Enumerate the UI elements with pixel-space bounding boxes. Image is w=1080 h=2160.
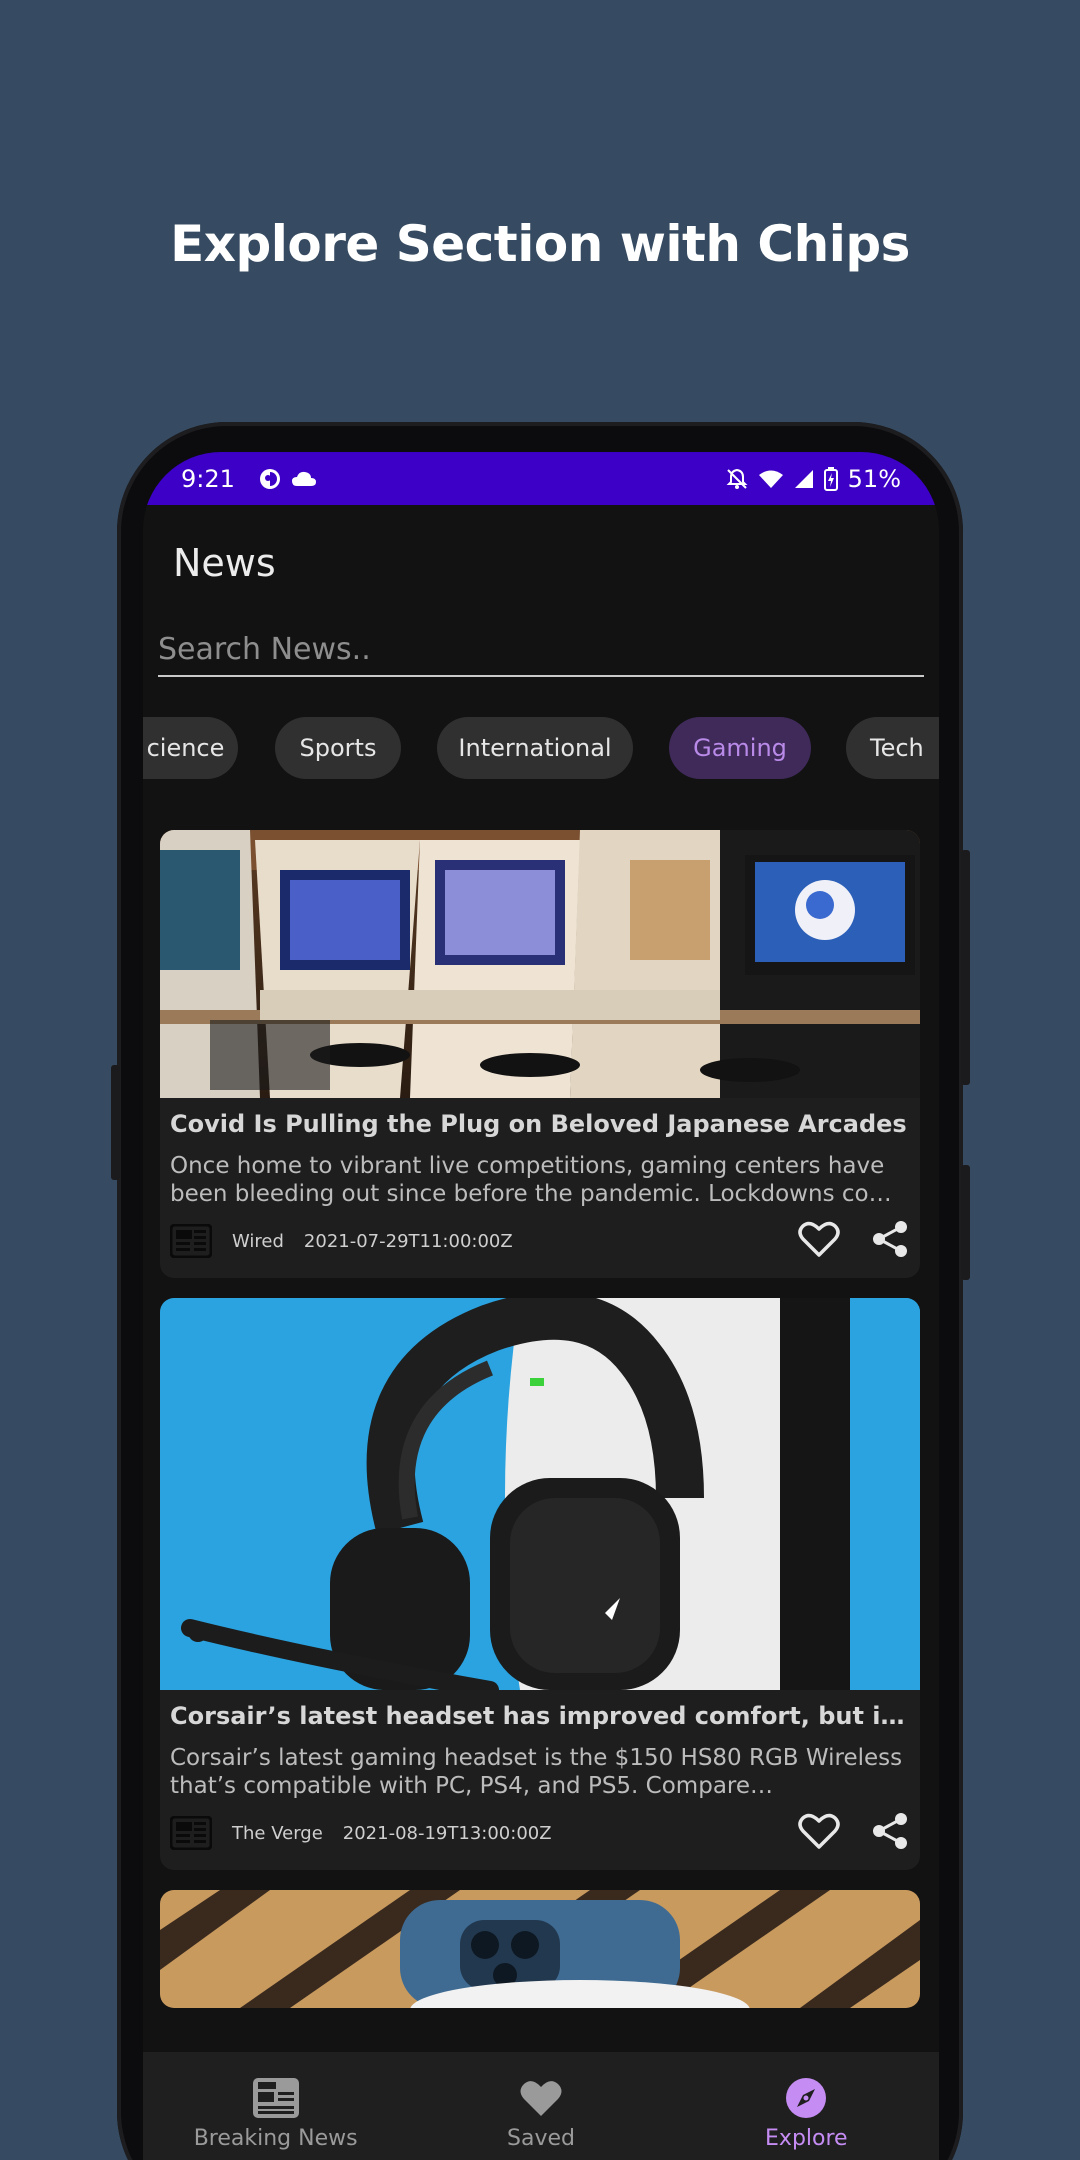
article-description: Corsair’s latest gaming headset is the $… <box>170 1745 903 1799</box>
phone-screen: 9:21 51% News Search News.. cience Sport… <box>143 452 939 2160</box>
article-date: 2021-07-29T11:00:00Z <box>303 1230 513 1252</box>
nav-label: Saved <box>507 2126 575 2151</box>
nav-label: Breaking News <box>193 2126 358 2151</box>
signal-icon <box>794 469 814 489</box>
article-date: 2021-08-19T13:00:00Z <box>342 1822 552 1844</box>
article-source: Wired <box>232 1230 284 1252</box>
search-container <box>143 626 939 677</box>
article-footer: The Verge 2021-08-19T13:00:00Z <box>160 1800 920 1870</box>
heart-icon <box>519 2074 563 2122</box>
app-notification-icon <box>259 468 281 490</box>
article-card[interactable]: Corsair’s latest headset has improved co… <box>160 1298 920 1870</box>
chip-gaming[interactable]: Gaming <box>669 717 811 779</box>
article-card[interactable] <box>160 1890 920 2008</box>
category-chips: cience Sports International Gaming Tech <box>143 717 939 779</box>
chip-science[interactable]: cience <box>143 717 238 779</box>
battery-icon <box>823 466 838 491</box>
nav-label: Explore <box>765 2126 848 2151</box>
article-footer: Wired 2021-07-29T11:00:00Z <box>160 1208 920 1278</box>
article-image <box>160 830 920 1098</box>
newspaper-icon <box>251 2074 301 2122</box>
favorite-heart-icon[interactable] <box>798 1812 840 1854</box>
favorite-heart-icon[interactable] <box>798 1220 840 1262</box>
cloud-icon <box>291 470 317 488</box>
share-icon[interactable] <box>870 1219 910 1263</box>
phone-side-button <box>961 850 970 1085</box>
phone-side-button <box>961 1165 970 1280</box>
wifi-icon <box>758 469 784 489</box>
chip-tech[interactable]: Tech <box>846 717 939 779</box>
bell-off-icon <box>726 468 748 490</box>
newspaper-icon <box>169 1223 213 1259</box>
share-icon[interactable] <box>870 1811 910 1855</box>
nav-explore[interactable]: Explore <box>674 2052 939 2160</box>
chip-international[interactable]: International <box>437 717 633 779</box>
app-bar: News <box>143 505 939 620</box>
news-feed[interactable]: Covid Is Pulling the Plug on Beloved Jap… <box>160 830 920 2028</box>
nav-saved[interactable]: Saved <box>408 2052 673 2160</box>
phone-side-button <box>111 1065 120 1180</box>
status-time: 9:21 <box>181 464 235 493</box>
article-description: Once home to vibrant live competitions, … <box>170 1153 892 1207</box>
article-title[interactable]: Corsair’s latest headset has improved co… <box>160 1690 920 1730</box>
article-title[interactable]: Covid Is Pulling the Plug on Beloved Jap… <box>160 1098 920 1138</box>
article-source: The Verge <box>232 1822 323 1844</box>
status-bar: 9:21 51% <box>143 452 939 505</box>
chip-sports[interactable]: Sports <box>275 717 401 779</box>
newspaper-icon <box>169 1815 213 1851</box>
article-image <box>160 1298 920 1690</box>
bottom-navigation: Breaking News Saved Explore <box>143 2052 939 2160</box>
battery-percent: 51% <box>847 464 901 493</box>
nav-breaking-news[interactable]: Breaking News <box>143 2052 408 2160</box>
search-input[interactable] <box>158 626 924 677</box>
compass-icon <box>784 2074 828 2122</box>
page-headline: Explore Section with Chips <box>170 215 910 273</box>
article-image <box>160 1890 920 2008</box>
article-card[interactable]: Covid Is Pulling the Plug on Beloved Jap… <box>160 830 920 1278</box>
app-title: News <box>173 540 276 585</box>
